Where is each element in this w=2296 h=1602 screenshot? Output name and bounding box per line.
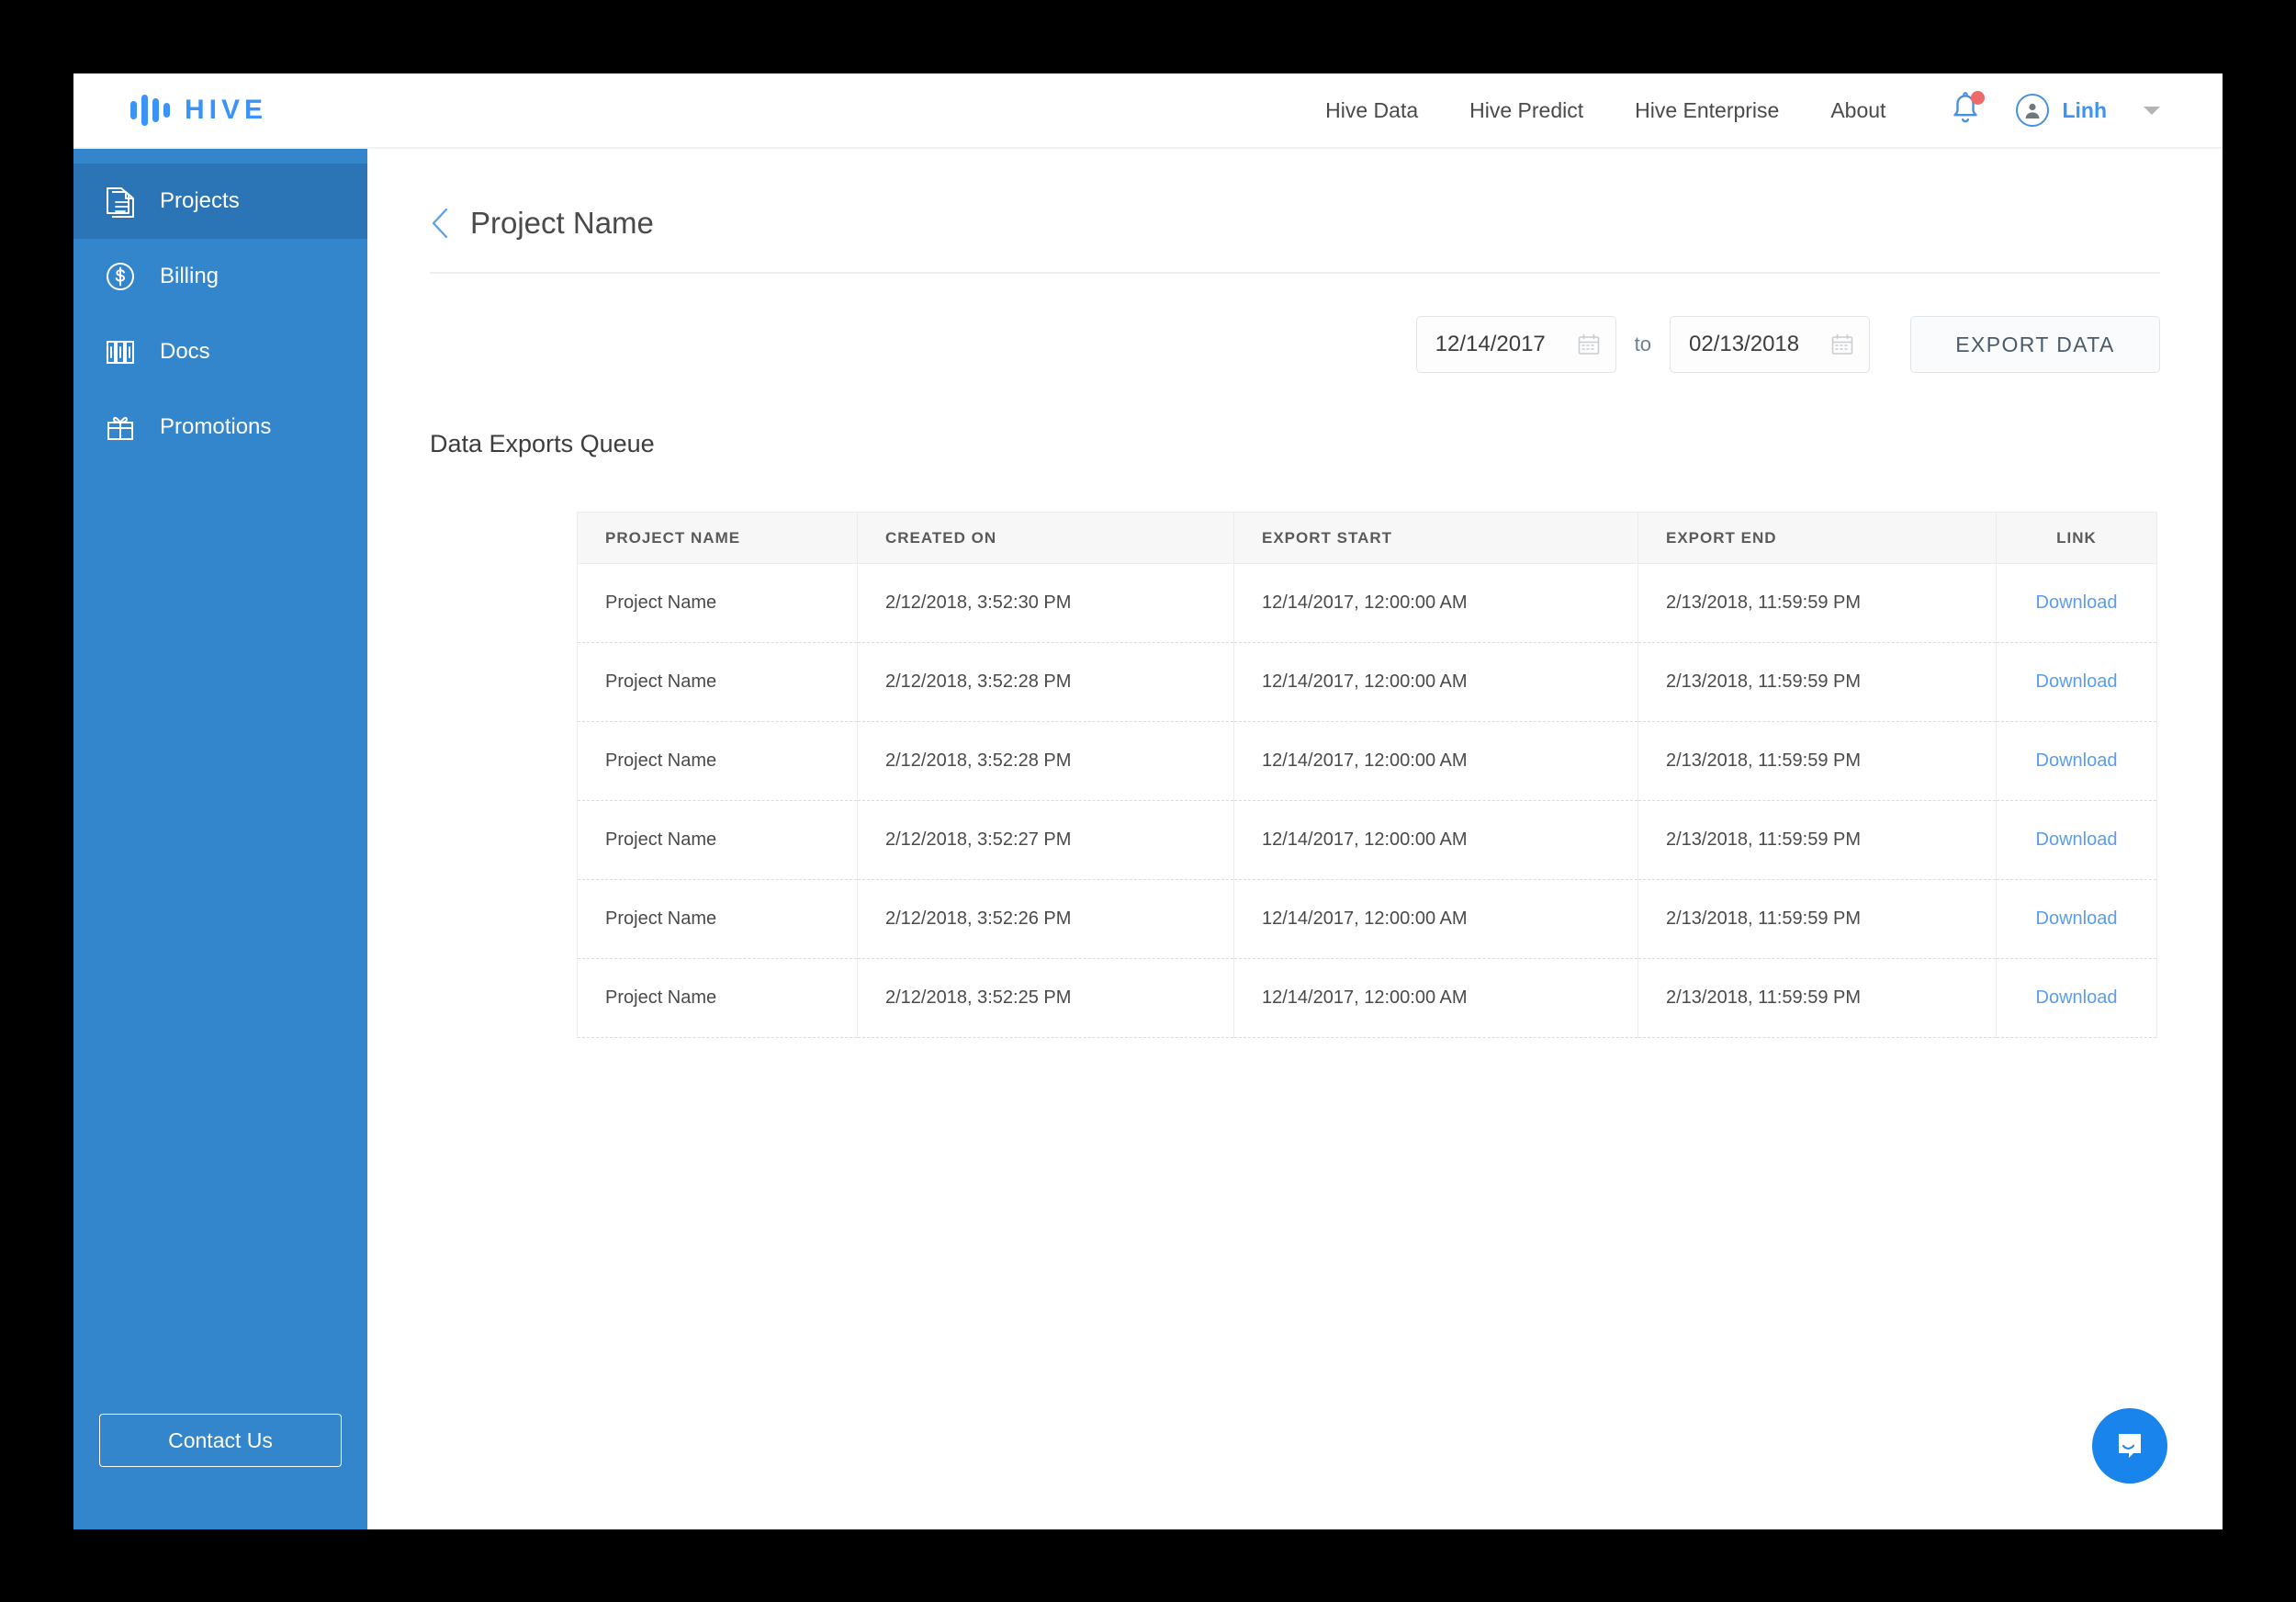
cell-created-on: 2/12/2018, 3:52:28 PM — [857, 721, 1234, 801]
top-header: HIVE Hive Data Hive Predict Hive Enterpr… — [73, 73, 2223, 149]
export-data-button[interactable]: EXPORT DATA — [1910, 316, 2160, 373]
calendar-icon — [1830, 333, 1854, 356]
cell-project-name: Project Name — [577, 958, 858, 1038]
download-link[interactable]: Download — [2036, 908, 2118, 929]
main-content: Project Name 12/14/2017 to 02/13/2018 EX… — [367, 149, 2223, 1529]
export-toolbar: 12/14/2017 to 02/13/2018 EXPORT DATA — [367, 274, 2223, 373]
download-link[interactable]: Download — [2036, 987, 2118, 1008]
chat-bubble-icon — [2119, 1434, 2141, 1458]
nav-link-hive-enterprise[interactable]: Hive Enterprise — [1609, 98, 1805, 123]
top-nav: Hive Data Hive Predict Hive Enterprise A… — [1300, 91, 2223, 130]
cell-export-end: 2/13/2018, 11:59:59 PM — [1638, 642, 1997, 722]
calendar-icon — [1577, 333, 1601, 356]
back-chevron-icon[interactable] — [430, 208, 450, 239]
nav-link-about[interactable]: About — [1805, 98, 1911, 123]
sidebar-item-label-billing: Billing — [160, 264, 219, 288]
cell-created-on: 2/12/2018, 3:52:26 PM — [857, 879, 1234, 959]
user-name: Linh — [2062, 97, 2107, 122]
column-header-project-name: PROJECT NAME — [577, 512, 858, 564]
cell-export-end: 2/13/2018, 11:59:59 PM — [1638, 721, 1997, 801]
nav-link-hive-data[interactable]: Hive Data — [1300, 98, 1444, 123]
notifications-button[interactable] — [1948, 91, 1986, 130]
cell-project-name: Project Name — [577, 879, 858, 959]
chat-widget-button[interactable] — [2092, 1408, 2167, 1484]
table-body: Project Name 2/12/2018, 3:52:30 PM 12/14… — [577, 563, 2157, 1038]
cell-created-on: 2/12/2018, 3:52:30 PM — [857, 563, 1234, 643]
avatar-glyph-icon — [2026, 103, 2040, 118]
cell-export-start: 12/14/2017, 12:00:00 AM — [1233, 721, 1638, 801]
cell-export-start: 12/14/2017, 12:00:00 AM — [1233, 879, 1638, 959]
cell-link: Download — [1996, 800, 2157, 880]
data-exports-table: PROJECT NAME CREATED ON EXPORT START EXP… — [577, 512, 2157, 1038]
table-row: Project Name 2/12/2018, 3:52:26 PM 12/14… — [577, 879, 2157, 959]
brand-logo[interactable]: HIVE — [130, 93, 267, 128]
table-row: Project Name 2/12/2018, 3:52:25 PM 12/14… — [577, 958, 2157, 1038]
column-header-export-end: EXPORT END — [1638, 512, 1997, 564]
cell-project-name: Project Name — [577, 642, 858, 722]
sidebar-item-docs[interactable]: Docs — [73, 314, 367, 389]
app-window: HIVE Hive Data Hive Predict Hive Enterpr… — [73, 73, 2223, 1529]
cell-export-start: 12/14/2017, 12:00:00 AM — [1233, 800, 1638, 880]
sidebar-item-label-promotions: Promotions — [160, 414, 272, 439]
table-header: PROJECT NAME CREATED ON EXPORT START EXP… — [577, 512, 2157, 564]
sidebar-item-label-projects: Projects — [160, 188, 240, 213]
user-menu[interactable]: Linh — [2016, 94, 2160, 127]
cell-created-on: 2/12/2018, 3:52:28 PM — [857, 642, 1234, 722]
user-avatar-icon — [2016, 94, 2050, 127]
column-header-created-on: CREATED ON — [857, 512, 1234, 564]
cell-link: Download — [1996, 563, 2157, 643]
cell-project-name: Project Name — [577, 721, 858, 801]
column-header-link: LINK — [1996, 512, 2157, 564]
date-to-value: 02/13/2018 — [1689, 332, 1800, 356]
table-header-row: PROJECT NAME CREATED ON EXPORT START EXP… — [577, 512, 2157, 564]
sidebar-item-label-docs: Docs — [160, 339, 210, 364]
table-row: Project Name 2/12/2018, 3:52:27 PM 12/14… — [577, 800, 2157, 880]
cell-link: Download — [1996, 958, 2157, 1038]
cell-created-on: 2/12/2018, 3:52:25 PM — [857, 958, 1234, 1038]
cell-export-start: 12/14/2017, 12:00:00 AM — [1233, 958, 1638, 1038]
download-link[interactable]: Download — [2036, 671, 2118, 692]
cell-project-name: Project Name — [577, 563, 858, 643]
dollar-circle-icon — [101, 257, 140, 296]
chevron-down-icon[interactable] — [2144, 106, 2160, 115]
table-row: Project Name 2/12/2018, 3:52:28 PM 12/14… — [577, 721, 2157, 801]
contact-us-button[interactable]: Contact Us — [99, 1414, 342, 1467]
date-to-input[interactable]: 02/13/2018 — [1670, 316, 1870, 373]
download-link[interactable]: Download — [2036, 592, 2118, 613]
sidebar-item-billing[interactable]: Billing — [73, 239, 367, 314]
table-row: Project Name 2/12/2018, 3:52:28 PM 12/14… — [577, 642, 2157, 722]
nav-link-hive-predict[interactable]: Hive Predict — [1444, 98, 1609, 123]
sidebar-item-projects[interactable]: Projects — [73, 164, 367, 239]
section-title: Data Exports Queue — [430, 430, 655, 457]
cell-project-name: Project Name — [577, 800, 858, 880]
hive-bars-logo-icon — [130, 93, 170, 128]
page-header: Project Name — [367, 149, 2223, 241]
brand-name: HIVE — [185, 95, 268, 125]
sidebar-nav: Projects Billing Docs Promotions — [73, 149, 367, 465]
date-from-input[interactable]: 12/14/2017 — [1415, 316, 1616, 373]
books-icon — [101, 333, 140, 371]
cell-link: Download — [1996, 642, 2157, 722]
date-from-value: 12/14/2017 — [1435, 332, 1546, 356]
date-range-separator: to — [1634, 333, 1651, 355]
cell-export-end: 2/13/2018, 11:59:59 PM — [1638, 958, 1997, 1038]
column-header-export-start: EXPORT START — [1233, 512, 1638, 564]
cell-link: Download — [1996, 879, 2157, 959]
gift-icon — [101, 408, 140, 446]
documents-icon — [101, 182, 140, 220]
sidebar: Projects Billing Docs Promotions Contact… — [73, 149, 367, 1529]
page-title: Project Name — [470, 206, 654, 240]
cell-export-start: 12/14/2017, 12:00:00 AM — [1233, 563, 1638, 643]
download-link[interactable]: Download — [2036, 750, 2118, 771]
cell-created-on: 2/12/2018, 3:52:27 PM — [857, 800, 1234, 880]
cell-export-start: 12/14/2017, 12:00:00 AM — [1233, 642, 1638, 722]
cell-export-end: 2/13/2018, 11:59:59 PM — [1638, 879, 1997, 959]
cell-link: Download — [1996, 721, 2157, 801]
cell-export-end: 2/13/2018, 11:59:59 PM — [1638, 563, 1997, 643]
download-link[interactable]: Download — [2036, 829, 2118, 850]
sidebar-item-promotions[interactable]: Promotions — [73, 389, 367, 465]
cell-export-end: 2/13/2018, 11:59:59 PM — [1638, 800, 1997, 880]
table-row: Project Name 2/12/2018, 3:52:30 PM 12/14… — [577, 563, 2157, 643]
